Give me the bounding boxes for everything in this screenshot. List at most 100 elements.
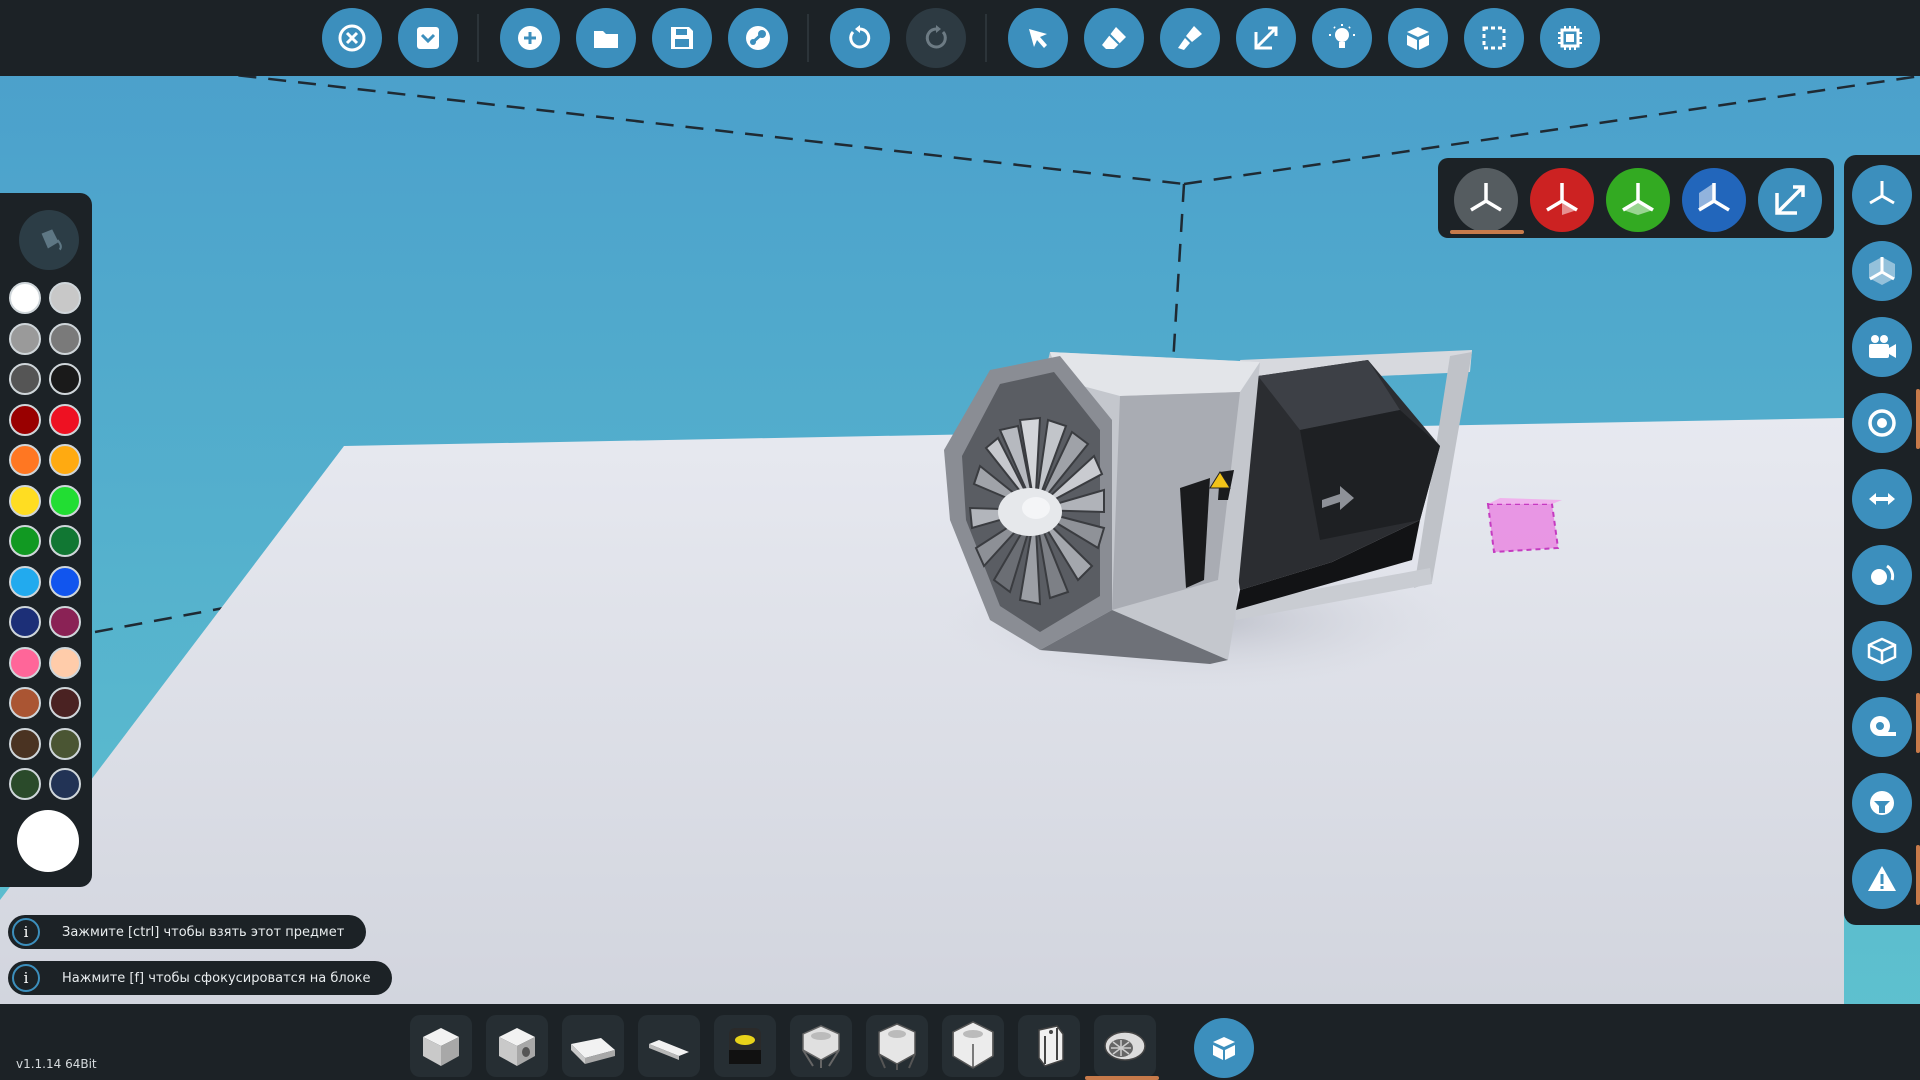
color-swatch[interactable] (49, 687, 81, 719)
flip-arrows-icon (1869, 493, 1895, 505)
close-button[interactable] (322, 8, 382, 68)
color-swatch[interactable] (9, 484, 41, 517)
block-slope-icon (571, 1038, 615, 1064)
target-button[interactable] (1852, 393, 1912, 453)
color-swatch[interactable] (9, 363, 41, 395)
steam-workshop-button[interactable] (728, 8, 788, 68)
hint-focus-block: i Нажмите [f] чтобы сфокусироватся на бл… (8, 961, 393, 995)
paint-bucket-button[interactable] (19, 210, 79, 270)
resize-button[interactable] (1758, 168, 1822, 232)
menu-button[interactable] (398, 8, 458, 68)
hint-text: Зажмите [ctrl] чтобы взять этот предмет (62, 924, 345, 940)
block-cube-icon (423, 1028, 459, 1066)
save-button[interactable] (652, 8, 712, 68)
axis-y-button[interactable] (1606, 168, 1670, 232)
hotbar-slot-fan-housing-2[interactable] (866, 1015, 928, 1077)
placement-ghost-block (1486, 498, 1562, 554)
undo-button[interactable] (830, 8, 890, 68)
color-swatch[interactable] (49, 363, 81, 395)
hotbar-slot-frame[interactable] (1018, 1015, 1080, 1077)
color-swatch[interactable] (49, 403, 81, 436)
axis-all-button[interactable] (1454, 168, 1518, 232)
color-swatch[interactable] (9, 606, 41, 638)
color-swatch[interactable] (9, 565, 41, 598)
hint-pick-item: i Зажмите [ctrl] чтобы взять этот предме… (8, 915, 367, 949)
rotate-view-button[interactable] (1852, 545, 1912, 605)
hotbar-slot-fan-housing[interactable] (790, 1015, 852, 1077)
hotbar-slot-fan-housing-3[interactable] (942, 1015, 1004, 1077)
color-swatch[interactable] (49, 565, 81, 598)
current-color-indicator[interactable] (17, 810, 79, 872)
redo-button[interactable] (906, 8, 966, 68)
color-swatch[interactable] (49, 727, 81, 760)
new-button[interactable] (500, 8, 560, 68)
color-swatch[interactable] (49, 768, 81, 800)
block-fan-housing-icon (802, 1025, 840, 1068)
color-swatch[interactable] (49, 444, 81, 476)
light-tool-button[interactable] (1312, 8, 1372, 68)
color-swatch[interactable] (9, 322, 41, 355)
block-frame-icon (1038, 1025, 1064, 1067)
hotbar-slot-cube[interactable] (410, 1015, 472, 1077)
axis-view-button[interactable] (1852, 165, 1912, 225)
eraser-tool-button[interactable] (1084, 8, 1144, 68)
hotbar-slot-indicator[interactable] (714, 1015, 776, 1077)
color-swatch[interactable] (9, 444, 41, 476)
move-tool-button[interactable] (1236, 8, 1296, 68)
flip-button[interactable] (1852, 469, 1912, 529)
logic-tool-button[interactable] (1540, 8, 1600, 68)
save-icon (671, 27, 693, 49)
block-hotbar (0, 1004, 1920, 1080)
warning-icon (1868, 866, 1896, 891)
color-swatch[interactable] (49, 525, 81, 557)
color-swatch[interactable] (9, 403, 41, 436)
block-fan-housing-3-icon (952, 1021, 994, 1069)
axis-z-button[interactable] (1682, 168, 1746, 232)
paint-brush-icon (1178, 26, 1202, 50)
paint-tool-button[interactable] (1160, 8, 1220, 68)
axis-x-button[interactable] (1530, 168, 1594, 232)
color-swatch[interactable] (9, 687, 41, 719)
axis-all-icon (1470, 183, 1502, 212)
paint-bucket-icon (41, 229, 62, 251)
color-swatch[interactable] (49, 484, 81, 517)
cube-view-button[interactable] (1852, 241, 1912, 301)
open-inventory-button[interactable] (1194, 1018, 1254, 1078)
hotbar-slot-slope[interactable] (562, 1015, 624, 1077)
hotbar-slot-plate[interactable] (638, 1015, 700, 1077)
color-swatch[interactable] (49, 606, 81, 638)
selection-tool-button[interactable] (1464, 8, 1524, 68)
color-swatch[interactable] (9, 727, 41, 760)
select-tool-button[interactable] (1008, 8, 1068, 68)
open-button[interactable] (576, 8, 636, 68)
camera-icon (1869, 335, 1896, 358)
box-view-button[interactable] (1852, 621, 1912, 681)
inventory-tool-button[interactable] (1388, 8, 1448, 68)
camera-button[interactable] (1852, 317, 1912, 377)
hotbar-slot-jet-engine[interactable] (1094, 1015, 1156, 1077)
warnings-button[interactable] (1852, 849, 1912, 909)
close-icon (338, 24, 366, 52)
undo-icon (849, 25, 871, 49)
color-swatch[interactable] (49, 322, 81, 355)
block-indicator-icon (729, 1028, 761, 1064)
steam-icon (746, 26, 770, 50)
measure-button[interactable] (1852, 697, 1912, 757)
color-swatch[interactable] (9, 646, 41, 679)
color-swatch[interactable] (9, 525, 41, 557)
resize-icon (1775, 185, 1805, 215)
version-label: v1.1.14 64Bit (16, 1057, 97, 1071)
seat-icon (1870, 791, 1894, 815)
seat-button[interactable] (1852, 773, 1912, 833)
block-cube-hole-icon (499, 1028, 535, 1066)
move-arrows-icon (1254, 26, 1278, 50)
block-plate-icon (649, 1040, 689, 1060)
color-swatch[interactable] (49, 646, 81, 679)
hint-text: Нажмите [f] чтобы сфокусироватся на блок… (62, 970, 371, 986)
color-swatch[interactable] (9, 282, 41, 314)
tape-icon (1870, 716, 1896, 736)
color-swatch[interactable] (49, 282, 81, 314)
open-folder-icon (594, 31, 618, 48)
hotbar-slot-cube-hole[interactable] (486, 1015, 548, 1077)
color-swatch[interactable] (9, 768, 41, 800)
